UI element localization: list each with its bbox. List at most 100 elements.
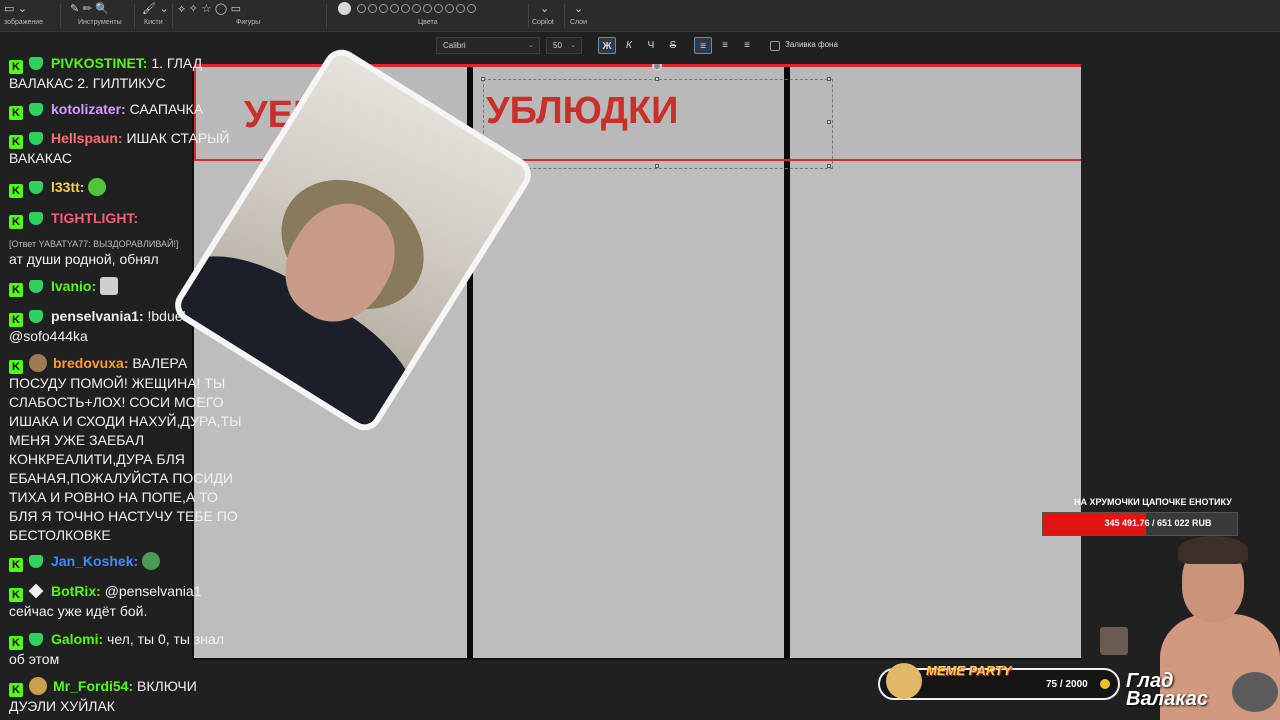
color-swatch[interactable] (423, 3, 432, 13)
ribbon-label-colors: Цвета (418, 19, 438, 26)
ribbon-separator (134, 4, 135, 28)
color-swatch[interactable] (467, 3, 476, 13)
emote-icon (100, 277, 119, 295)
chat-username[interactable]: Ivanio (51, 278, 91, 294)
brush-icon: 🖌 ⌄ (142, 2, 169, 15)
chat-username[interactable]: BotRix (51, 583, 96, 599)
chat-message: K Hellspaun: ИШАК СТАРЫЙ ВАКАКАС (9, 129, 259, 168)
chat-message: K TIGHTLIGHT: (9, 209, 259, 229)
kick-badge-icon: K (9, 636, 23, 650)
color-swatch[interactable] (412, 3, 421, 13)
color-swatch[interactable] (390, 3, 399, 13)
chat-message: Kl33tt: (9, 178, 259, 198)
kick-badge-icon: K (9, 683, 23, 697)
chat-message: K Jan_Koshek: (9, 552, 259, 572)
color-swatch[interactable] (401, 3, 410, 13)
ribbon-label-tools: Инструменты (78, 19, 122, 26)
heart-badge-icon (29, 132, 43, 145)
heart-badge-icon (29, 57, 43, 70)
resize-handle[interactable] (827, 120, 831, 124)
chat-colon: : (96, 583, 101, 599)
align-left-button[interactable]: ≡ (694, 37, 712, 54)
ribbon-group-brushes[interactable]: 🖌 ⌄ Кисти (142, 0, 172, 32)
ribbon-group-colors[interactable]: Цвета (338, 0, 528, 32)
streamer-name-line2: Валакас (1126, 688, 1209, 710)
paint-ribbon: ▭ ⌄ зображение ✎ ✏ 🔍 Инструменты 🖌 ⌄ Кис… (0, 0, 1280, 32)
chat-text: 1. ГЛАД (151, 55, 203, 71)
strikethrough-button[interactable]: S (664, 37, 682, 54)
emote-icon (88, 178, 107, 196)
kick-badge-icon: K (9, 360, 23, 374)
italic-button[interactable]: К (620, 37, 638, 54)
chat-username[interactable]: TIGHTLIGHT (51, 210, 133, 226)
color-swatch[interactable] (456, 3, 465, 13)
heart-badge-icon (29, 310, 43, 323)
doge-icon (886, 663, 922, 699)
raccoon-image (1232, 672, 1278, 712)
align-center-button[interactable]: ≡ (716, 37, 734, 54)
chat-username[interactable]: PIVKOSTINET (51, 55, 143, 71)
chat-message: K PIVKOSTINET: 1. ГЛАД ВАЛАКАС 2. ГИЛТИКУС (9, 54, 259, 93)
resize-handle[interactable] (655, 164, 659, 168)
resize-handle[interactable] (827, 164, 831, 168)
chat-username[interactable]: Galomi (51, 631, 98, 647)
chat-text: ПОСУДУ ПОМОЙ! ЖЕЩИНА! ТЫ СЛАБОСТЬ+ЛОХ! С… (9, 375, 242, 543)
chat-message: K Ivanio: (9, 277, 259, 297)
text-format-toolbar: Calibri ⌄ 50 ⌄ Ж К Ч S ≡ ≡ ≡ Заливка фон… (430, 35, 850, 57)
ribbon-separator (172, 4, 173, 28)
ribbon-group-image[interactable]: ▭ ⌄ зображение (4, 0, 54, 32)
ribbon-group-shapes[interactable]: ⟡ ✧ ☆ ◯ ▭ Фигуры (178, 0, 308, 32)
underline-button[interactable]: Ч (642, 37, 660, 54)
text-selection-box[interactable] (481, 77, 833, 169)
color-swatch[interactable] (434, 3, 443, 13)
shapes-icons: ⟡ ✧ ☆ ◯ ▭ (178, 2, 242, 15)
ribbon-group-layers[interactable]: ⌄ Слои (570, 0, 600, 32)
ribbon-label-brushes: Кисти (144, 19, 163, 26)
chat-username[interactable]: kotolizater (51, 101, 121, 117)
chat-message-continuation: ат души родной, обнял (9, 250, 259, 269)
ribbon-group-tools[interactable]: ✎ ✏ 🔍 Инструменты (70, 0, 130, 32)
bold-button[interactable]: Ж (598, 37, 616, 54)
user-avatar-icon (29, 354, 47, 372)
fill-background-label: Заливка фона (785, 40, 838, 49)
color-swatch[interactable] (379, 3, 388, 13)
ribbon-separator (564, 4, 565, 28)
fill-background-checkbox[interactable] (770, 41, 780, 51)
align-right-button[interactable]: ≡ (738, 37, 756, 54)
color-swatch[interactable] (357, 3, 366, 13)
heart-badge-icon (29, 555, 43, 568)
kick-badge-icon: K (9, 106, 23, 120)
font-family-select[interactable]: Calibri ⌄ (436, 37, 540, 54)
chat-colon: : (142, 55, 148, 71)
resize-handle[interactable] (655, 77, 659, 81)
chat-colon: : (123, 355, 129, 371)
color-swatch[interactable] (445, 3, 454, 13)
color-palette[interactable] (338, 1, 478, 15)
chat-colon: : (133, 553, 139, 569)
chat-text: ДУЭЛИ ХУЙЛАК (9, 698, 115, 714)
small-avatar (1100, 627, 1128, 655)
chat-username[interactable]: Mr_Fordi54 (53, 678, 128, 694)
chat-username[interactable]: l33tt (51, 179, 80, 195)
donation-goal-title: НА ХРУМОЧКИ ЦАПОЧКЕ ЕНОТИКУ (1074, 497, 1232, 507)
color-swatch[interactable] (368, 3, 377, 13)
kick-badge-icon: K (9, 60, 23, 74)
active-color-swatch[interactable] (338, 1, 351, 15)
chat-username[interactable]: bredovuxa (53, 355, 124, 371)
chevron-down-icon: ⌄ (528, 42, 534, 49)
chat-username[interactable]: Hellspaun (51, 130, 118, 146)
chat-colon: : (117, 130, 123, 146)
resize-handle[interactable] (827, 77, 831, 81)
ribbon-label-image: зображение (4, 19, 44, 26)
chat-username[interactable]: Jan_Koshek (51, 553, 133, 569)
ribbon-group-copilot[interactable]: ⌄ Copilot (532, 0, 562, 32)
kick-badge-icon: K (9, 215, 23, 229)
chat-text: ИШАК СТАРЫЙ (126, 130, 230, 146)
chat-username[interactable]: penselvania1 (51, 308, 139, 324)
font-size-select[interactable]: 50 ⌄ (546, 37, 582, 54)
kick-badge-icon: K (9, 184, 23, 198)
chat-text: ВАКАКАС (9, 150, 72, 166)
chat-text: СААПАЧКА (129, 101, 204, 117)
heart-badge-icon (29, 633, 43, 646)
resize-handle[interactable] (481, 77, 485, 81)
